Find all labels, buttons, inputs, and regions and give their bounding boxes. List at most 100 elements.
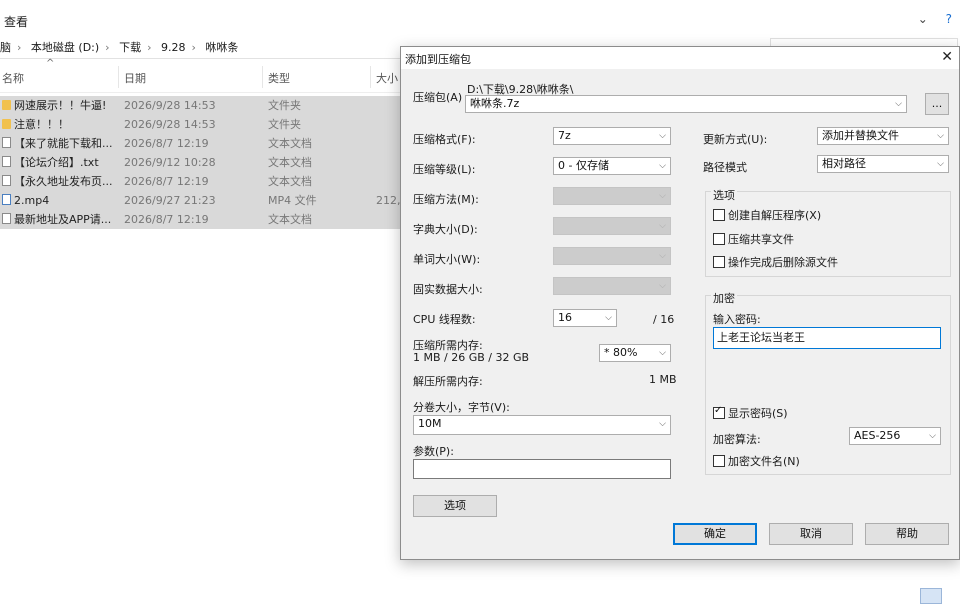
file-name: 【永久地址发布页... xyxy=(14,175,113,188)
chevron-right-icon: › xyxy=(105,41,110,54)
solid-block-select[interactable]: ⌵ xyxy=(553,277,671,295)
path-mode-select[interactable]: 相对路径 ⌵ xyxy=(817,155,949,173)
cpu-threads-select[interactable]: 16 ⌵ xyxy=(553,309,617,327)
format-select[interactable]: 7z ⌵ xyxy=(553,127,671,145)
column-header-row: 名称 日期 类型 大小 xyxy=(0,62,400,93)
decompress-memory-label: 解压所需内存: xyxy=(413,375,483,388)
parameters-label: 参数(P): xyxy=(413,445,454,458)
format-value: 7z xyxy=(558,129,571,142)
folder-icon xyxy=(2,100,11,110)
column-header-name[interactable]: 名称 xyxy=(2,70,24,86)
checkbox-unchecked[interactable] xyxy=(713,455,725,467)
file-row[interactable]: 【永久地址发布页... 2026/8/7 12:19 文本文档 xyxy=(0,172,400,191)
file-row[interactable]: 2.mp4 2026/9/27 21:23 MP4 文件 212,8 xyxy=(0,191,400,210)
column-divider[interactable] xyxy=(262,66,263,88)
dialog-titlebar[interactable]: 添加到压缩包 ✕ xyxy=(401,47,959,69)
password-label: 输入密码: xyxy=(713,313,761,326)
format-label: 压缩格式(F): xyxy=(413,133,476,146)
show-password-checkbox[interactable]: 显示密码(S) xyxy=(713,405,788,421)
chevron-down-icon: ⌵ xyxy=(937,159,944,169)
split-volume-label: 分卷大小，字节(V): xyxy=(413,401,510,414)
checkbox-checked[interactable] xyxy=(713,405,725,419)
solid-block-label: 固实数据大小: xyxy=(413,283,483,296)
encrypt-filenames-label: 加密文件名(N) xyxy=(728,455,800,468)
file-row[interactable]: 网速展示！！牛逼! 2026/9/28 14:53 文件夹 xyxy=(0,96,400,115)
compress-memory-value: 1 MB / 26 GB / 32 GB xyxy=(413,351,530,364)
encryption-method-value: AES-256 xyxy=(854,429,901,442)
update-mode-label: 更新方式(U): xyxy=(703,133,768,146)
add-to-archive-dialog: 添加到压缩包 ✕ 压缩包(A) D:\下载\9.28\咻咻条\ 咻咻条.7z ⌵… xyxy=(400,46,960,560)
column-header-size[interactable]: 大小 xyxy=(376,70,398,86)
file-date: 2026/8/7 12:19 xyxy=(124,213,209,226)
chevron-down-icon: ⌵ xyxy=(659,281,666,291)
file-type: 文本文档 xyxy=(268,156,312,169)
file-type: 文件夹 xyxy=(268,99,301,112)
checkbox-unchecked[interactable] xyxy=(713,256,725,268)
archive-name-combo[interactable]: 咻咻条.7z ⌵ xyxy=(465,95,907,113)
file-row[interactable]: 最新地址及APP请... 2026/8/7 12:19 文本文档 xyxy=(0,210,400,229)
checkbox-unchecked[interactable] xyxy=(713,209,725,221)
method-label: 压缩方法(M): xyxy=(413,193,479,206)
close-icon[interactable]: ✕ xyxy=(941,49,953,65)
help-button[interactable]: 帮助 xyxy=(865,523,949,545)
chevron-down-icon: ⌵ xyxy=(929,431,936,441)
file-type: 文件夹 xyxy=(268,118,301,131)
chevron-down-icon[interactable]: ⌄ xyxy=(918,12,928,26)
file-name: 最新地址及APP请... xyxy=(14,213,112,226)
file-date: 2026/9/27 21:23 xyxy=(124,194,216,207)
create-sfx-label: 创建自解压程序(X) xyxy=(728,209,822,222)
file-row[interactable]: 【来了就能下载和... 2026/8/7 12:19 文本文档 xyxy=(0,134,400,153)
breadcrumb-downloads[interactable]: 下载 xyxy=(119,38,141,58)
column-header-type[interactable]: 类型 xyxy=(268,70,290,86)
update-mode-select[interactable]: 添加并替换文件 ⌵ xyxy=(817,127,949,145)
create-sfx-checkbox[interactable]: 创建自解压程序(X) xyxy=(713,207,821,223)
password-input[interactable]: 上老王论坛当老王 xyxy=(713,327,941,349)
file-size: 212,8 xyxy=(376,194,400,207)
method-select[interactable]: ⌵ xyxy=(553,187,671,205)
file-type: 文本文档 xyxy=(268,175,312,188)
parameters-input[interactable] xyxy=(413,459,671,479)
breadcrumb-drive-d[interactable]: 本地磁盘 (D:) xyxy=(31,38,99,58)
show-password-label: 显示密码(S) xyxy=(728,407,788,420)
column-divider[interactable] xyxy=(370,66,371,88)
options-group-label: 选项 xyxy=(711,187,737,203)
encrypt-filenames-checkbox[interactable]: 加密文件名(N) xyxy=(713,453,800,469)
text-file-icon xyxy=(2,156,11,167)
archive-name-value: 咻咻条.7z xyxy=(470,97,520,110)
word-size-label: 单词大小(W): xyxy=(413,253,481,266)
file-name: 网速展示！！牛逼! xyxy=(14,99,107,112)
update-mode-value: 添加并替换文件 xyxy=(822,129,899,142)
level-select[interactable]: 0 - 仅存储 ⌵ xyxy=(553,157,671,175)
word-size-select[interactable]: ⌵ xyxy=(553,247,671,265)
tray-app-icon[interactable] xyxy=(920,588,942,604)
breadcrumb-9-28[interactable]: 9.28 xyxy=(161,38,186,58)
file-row[interactable]: 【论坛介绍】.txt 2026/9/12 10:28 文本文档 xyxy=(0,153,400,172)
chevron-right-icon: › xyxy=(17,41,22,54)
archive-label: 压缩包(A) xyxy=(413,91,463,104)
chevron-down-icon: ⌵ xyxy=(659,251,666,261)
column-divider[interactable] xyxy=(118,66,119,88)
dictionary-size-select[interactable]: ⌵ xyxy=(553,217,671,235)
memory-usage-select[interactable]: * 80% ⌵ xyxy=(599,344,671,362)
help-icon[interactable]: ? xyxy=(946,12,952,26)
checkbox-unchecked[interactable] xyxy=(713,233,725,245)
breadcrumb-current-folder[interactable]: 咻咻条 xyxy=(205,38,238,58)
file-row[interactable]: 注意！！！ 2026/9/28 14:53 文件夹 xyxy=(0,115,400,134)
split-volume-combo[interactable]: 10M ⌵ xyxy=(413,415,671,435)
ok-button[interactable]: 确定 xyxy=(673,523,757,545)
file-type: 文本文档 xyxy=(268,213,312,226)
ribbon-tab-view[interactable]: 查看 xyxy=(4,13,28,30)
chevron-down-icon[interactable]: ⌵ xyxy=(895,96,902,112)
column-header-date[interactable]: 日期 xyxy=(124,70,146,86)
breadcrumb-this-pc[interactable]: 脑 xyxy=(0,38,11,58)
encryption-method-label: 加密算法: xyxy=(713,433,761,446)
file-date: 2026/8/7 12:19 xyxy=(124,137,209,150)
delete-after-label: 操作完成后删除源文件 xyxy=(728,256,838,269)
delete-after-checkbox[interactable]: 操作完成后删除源文件 xyxy=(713,254,838,270)
browse-button[interactable]: ... xyxy=(925,93,949,115)
cancel-button[interactable]: 取消 xyxy=(769,523,853,545)
compress-shared-checkbox[interactable]: 压缩共享文件 xyxy=(713,231,794,247)
file-name: 【论坛介绍】.txt xyxy=(14,156,99,169)
options-button[interactable]: 选项 xyxy=(413,495,497,517)
encryption-method-select[interactable]: AES-256 ⌵ xyxy=(849,427,941,445)
